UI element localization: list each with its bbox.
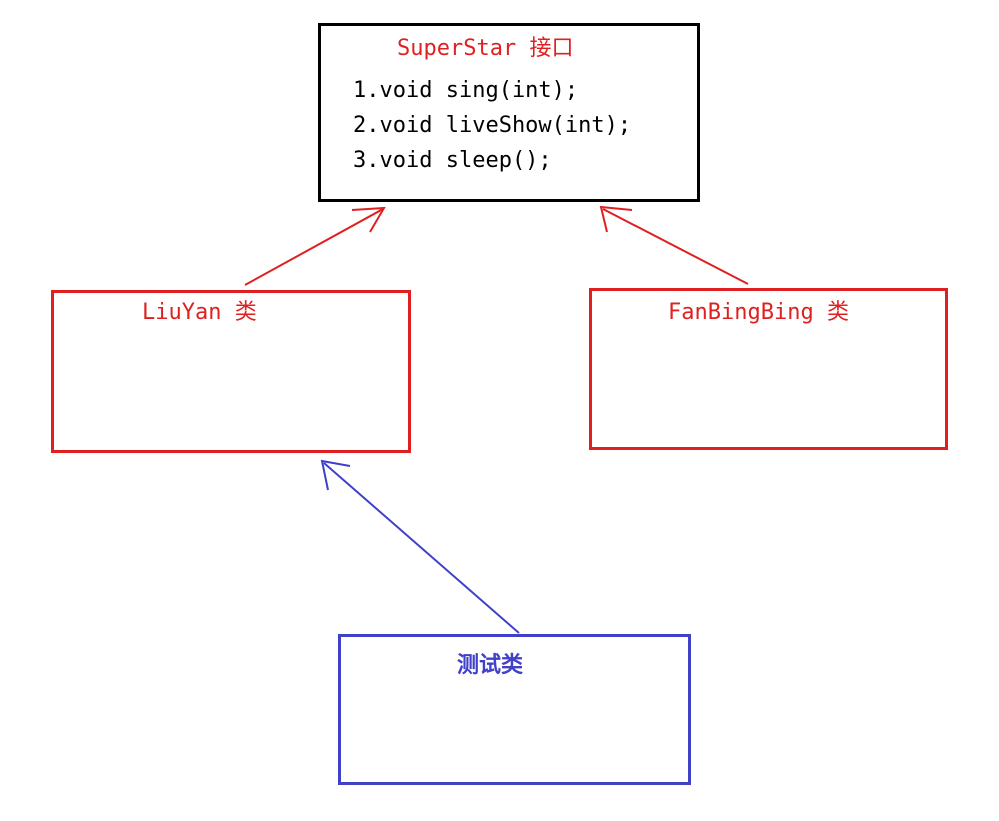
test-class-title: 测试类 bbox=[457, 653, 524, 678]
interface-method-list: 1.void sing(int); 2.void liveShow(int); … bbox=[353, 73, 631, 178]
interface-title: SuperStar 接口 bbox=[397, 36, 574, 61]
liuyan-implements-arrow bbox=[244, 206, 386, 286]
liuyan-class-title: LiuYan 类 bbox=[142, 300, 257, 325]
method-sleep: 3.void sleep(); bbox=[353, 148, 552, 173]
method-sing: 1.void sing(int); bbox=[353, 78, 579, 103]
test-uses-liuyan-arrow bbox=[320, 459, 520, 634]
fanbingbing-class-box: FanBingBing 类 bbox=[589, 288, 948, 450]
fanbingbing-implements-arrow bbox=[599, 205, 749, 285]
test-class-box: 测试类 bbox=[338, 634, 691, 785]
superstar-interface-box: SuperStar 接口 1.void sing(int); 2.void li… bbox=[318, 23, 700, 202]
fanbingbing-class-title: FanBingBing 类 bbox=[668, 300, 849, 325]
liuyan-class-box: LiuYan 类 bbox=[51, 290, 411, 453]
method-liveshow: 2.void liveShow(int); bbox=[353, 113, 632, 138]
